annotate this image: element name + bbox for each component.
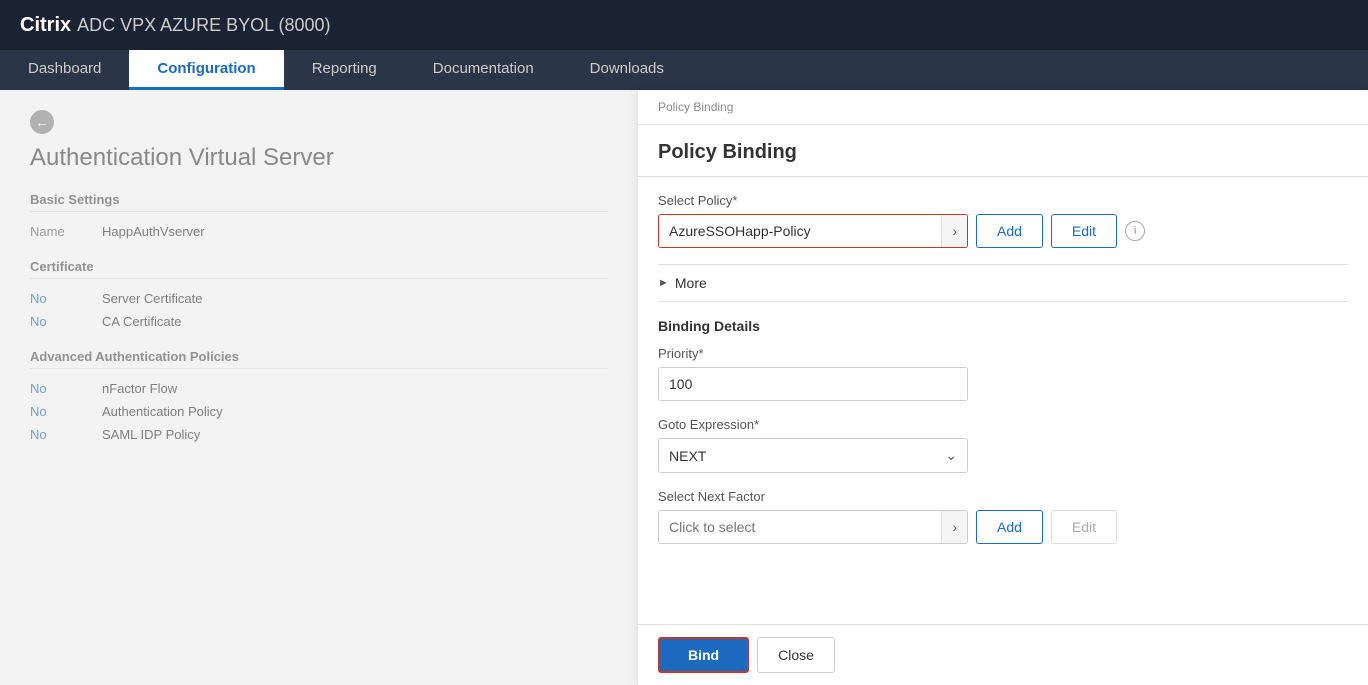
saml-policy-row: No SAML IDP Policy [30, 427, 608, 442]
goto-expression-group: Goto Expression* NEXT END USE_INVOCATION… [658, 417, 1348, 473]
name-field-row: Name HappAuthVserver [30, 224, 608, 239]
page-title: Authentication Virtual Server [30, 144, 608, 172]
nav-configuration[interactable]: Configuration [129, 50, 283, 90]
app-header: Citrix ADC VPX AZURE BYOL (8000) [0, 0, 1368, 50]
dialog-body: Select Policy* › Add Edit i ► More Bindi… [638, 177, 1368, 624]
more-label: More [675, 275, 707, 291]
select-policy-group: Select Policy* › Add Edit i [658, 193, 1348, 248]
server-cert-no: No [30, 291, 90, 306]
nav-reporting[interactable]: Reporting [284, 50, 405, 90]
goto-expression-select-wrap[interactable]: NEXT END USE_INVOCATION_RESULT ⌄ [658, 438, 968, 473]
select-policy-label: Select Policy* [658, 193, 1348, 208]
policy-edit-button[interactable]: Edit [1051, 214, 1117, 248]
next-factor-input-wrap[interactable]: › [658, 510, 968, 544]
server-cert-value: Server Certificate [102, 291, 202, 306]
close-button[interactable]: Close [757, 637, 835, 673]
advanced-auth-section: Advanced Authentication Policies No nFac… [30, 349, 608, 442]
nfactor-value: nFactor Flow [102, 381, 177, 396]
brand: Citrix ADC VPX AZURE BYOL (8000) [20, 14, 331, 37]
dialog-breadcrumb: Policy Binding [638, 90, 1368, 125]
info-icon[interactable]: i [1125, 221, 1145, 241]
priority-group: Priority* [658, 346, 1348, 401]
next-factor-edit-button: Edit [1051, 510, 1117, 544]
goto-expression-label: Goto Expression* [658, 417, 1348, 432]
nfactor-row: No nFactor Flow [30, 381, 608, 396]
auth-policy-value: Authentication Policy [102, 404, 223, 419]
app-title: ADC VPX AZURE BYOL (8000) [77, 15, 330, 36]
more-section[interactable]: ► More [658, 264, 1348, 302]
name-label: Name [30, 224, 90, 239]
priority-label: Priority* [658, 346, 1348, 361]
next-factor-arrow-icon[interactable]: › [941, 511, 967, 543]
priority-input[interactable] [659, 368, 967, 400]
nav-documentation[interactable]: Documentation [405, 50, 562, 90]
goto-chevron-icon: ⌄ [935, 439, 967, 472]
citrix-logo: Citrix [20, 14, 71, 37]
auth-policy-no: No [30, 404, 90, 419]
basic-settings-section: Basic Settings Name HappAuthVserver [30, 192, 608, 239]
nav-downloads[interactable]: Downloads [562, 50, 692, 90]
main-content: ← Authentication Virtual Server Basic Se… [0, 90, 1368, 685]
next-factor-group: Select Next Factor › Add Edit [658, 489, 1348, 544]
more-chevron-icon: ► [658, 277, 669, 289]
next-factor-row: › Add Edit [658, 510, 1348, 544]
main-nav: Dashboard Configuration Reporting Docume… [0, 50, 1368, 90]
ca-cert-value: CA Certificate [102, 314, 181, 329]
name-value: HappAuthVserver [102, 224, 205, 239]
next-factor-add-button[interactable]: Add [976, 510, 1043, 544]
ca-cert-row: No CA Certificate [30, 314, 608, 329]
auth-policy-row: No Authentication Policy [30, 404, 608, 419]
next-factor-label: Select Next Factor [658, 489, 1348, 504]
select-policy-input-wrap[interactable]: › [658, 214, 968, 248]
saml-no: No [30, 427, 90, 442]
dialog-header: Policy Binding [638, 125, 1368, 177]
server-cert-row: No Server Certificate [30, 291, 608, 306]
binding-details-title: Binding Details [658, 318, 1348, 334]
dialog-footer: Bind Close [638, 624, 1368, 685]
select-policy-input[interactable] [659, 215, 941, 247]
back-button[interactable]: ← [30, 110, 608, 134]
certificate-title: Certificate [30, 259, 608, 279]
policy-add-button[interactable]: Add [976, 214, 1043, 248]
select-policy-arrow-button[interactable]: › [941, 215, 967, 247]
policy-binding-dialog: Policy Binding Policy Binding Select Pol… [638, 90, 1368, 685]
nfactor-no: No [30, 381, 90, 396]
saml-value: SAML IDP Policy [102, 427, 200, 442]
nav-dashboard[interactable]: Dashboard [0, 50, 129, 90]
select-policy-row: › Add Edit i [658, 214, 1348, 248]
left-panel: ← Authentication Virtual Server Basic Se… [0, 90, 638, 685]
advanced-auth-title: Advanced Authentication Policies [30, 349, 608, 369]
next-factor-input[interactable] [659, 511, 941, 543]
basic-settings-title: Basic Settings [30, 192, 608, 212]
certificate-section: Certificate No Server Certificate No CA … [30, 259, 608, 329]
goto-expression-select[interactable]: NEXT END USE_INVOCATION_RESULT [659, 440, 935, 472]
bind-button[interactable]: Bind [658, 637, 749, 673]
dialog-title: Policy Binding [658, 141, 1348, 164]
back-icon: ← [30, 110, 54, 134]
ca-cert-no: No [30, 314, 90, 329]
